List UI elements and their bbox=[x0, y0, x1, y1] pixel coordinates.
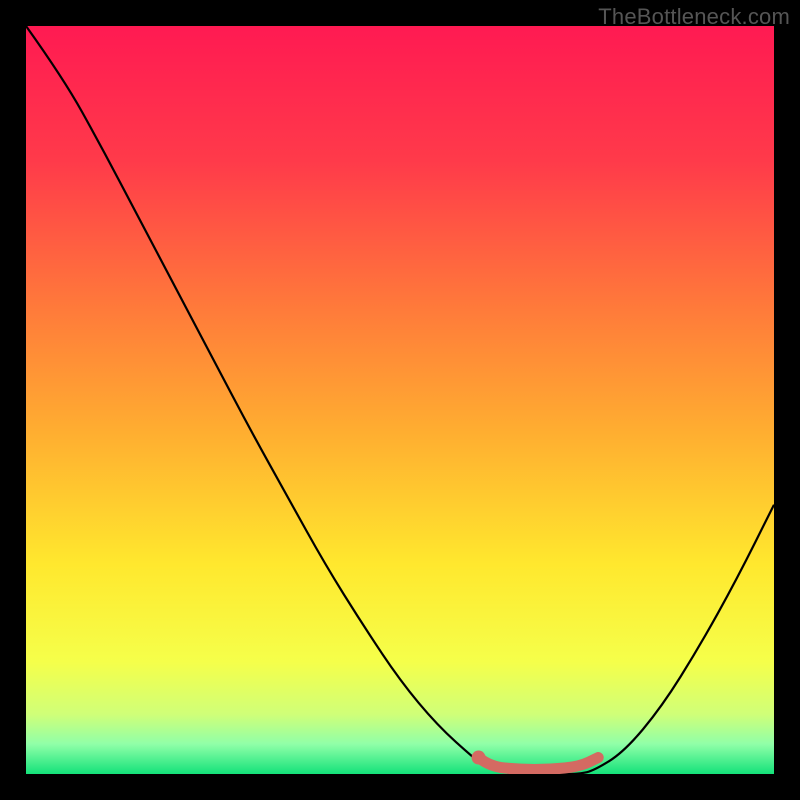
bottleneck-curve bbox=[26, 26, 774, 774]
curve-layer bbox=[26, 26, 774, 774]
plot-area bbox=[26, 26, 774, 774]
accent-dot bbox=[472, 751, 486, 765]
accent-plateau bbox=[479, 758, 599, 770]
watermark-text: TheBottleneck.com bbox=[598, 4, 790, 30]
